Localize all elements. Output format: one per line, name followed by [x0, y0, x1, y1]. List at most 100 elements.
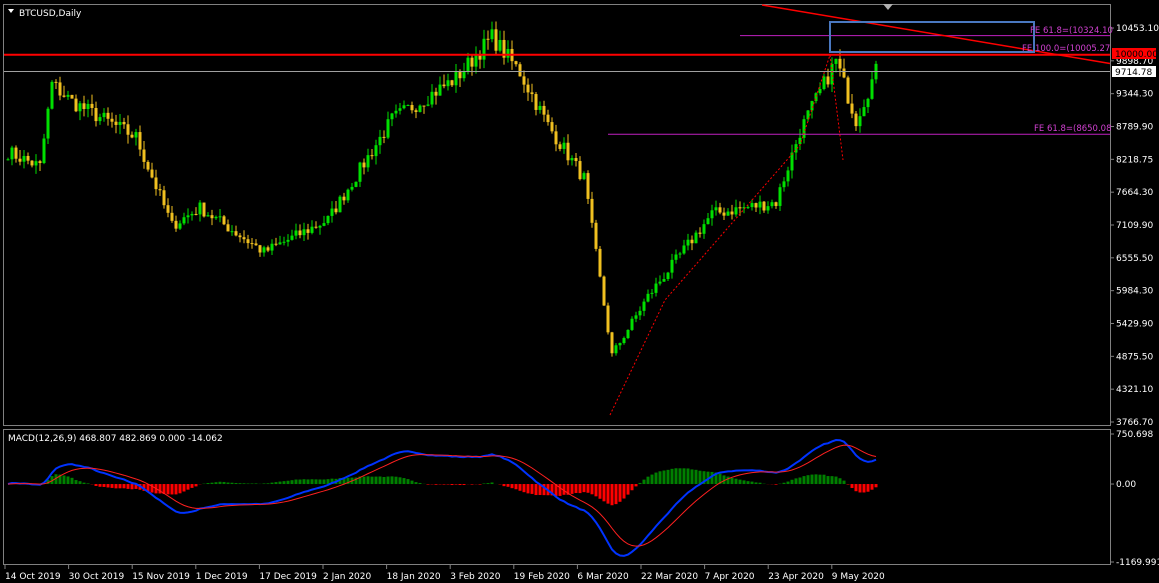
target-zone-box[interactable]	[829, 21, 1035, 53]
candle-body	[118, 121, 122, 125]
macd-histogram-bar	[82, 482, 86, 485]
candle-body	[606, 305, 610, 333]
candle-body	[410, 105, 414, 111]
candle-body	[422, 105, 426, 107]
candle-body	[214, 216, 218, 219]
macd-histogram-bar	[682, 468, 686, 485]
macd-histogram-bar	[442, 484, 446, 485]
macd-histogram-bar	[514, 484, 518, 490]
macd-histogram-bar	[470, 484, 474, 485]
macd-histogram-bar	[810, 474, 814, 485]
candle-body	[702, 224, 706, 234]
macd-histogram-bar	[742, 480, 746, 485]
scroll-marker-icon[interactable]	[883, 4, 893, 10]
chart-canvas[interactable]: 10453.109898.709344.308789.908218.757664…	[0, 0, 1159, 583]
date-tick-label: 23 Apr 2020	[768, 572, 824, 582]
macd-histogram-bar	[598, 484, 602, 499]
candle-body	[758, 201, 762, 208]
candle-body	[442, 84, 446, 87]
macd-histogram-bar	[866, 484, 870, 492]
candle-body	[86, 103, 90, 109]
macd-histogram-bar	[614, 484, 618, 505]
macd-histogram-bar	[630, 484, 634, 491]
price-panel-frame	[3, 4, 1111, 426]
fibo-expansion-path[interactable]	[609, 54, 844, 416]
candle-body	[698, 232, 702, 234]
macd-histogram-bar	[802, 476, 806, 485]
macd-histogram-bar	[750, 481, 754, 485]
candle-body	[666, 272, 670, 279]
macd-histogram-bar	[622, 484, 626, 499]
macd-histogram-bar	[654, 472, 658, 485]
candle-body	[354, 181, 358, 187]
candle-body	[546, 114, 550, 123]
candle-body	[722, 212, 726, 216]
candle-body	[726, 211, 730, 216]
candle-body	[114, 121, 118, 125]
candle-body	[186, 215, 190, 218]
candle-body	[478, 55, 482, 60]
date-tick-label: 9 May 2020	[832, 572, 885, 582]
candle-body	[830, 63, 834, 85]
price-tick-label: 8789.90	[1116, 123, 1153, 133]
candle-body	[582, 173, 586, 180]
macd-histogram-bar	[530, 484, 534, 494]
macd-histogram-bar	[754, 482, 758, 485]
candle-body	[682, 245, 686, 254]
macd-histogram-bar	[210, 482, 214, 485]
candle-body	[66, 94, 70, 97]
candle-body	[578, 161, 582, 180]
macd-histogram-bar	[266, 483, 270, 485]
macd-tick-label: 0.00	[1116, 480, 1136, 490]
macd-histogram-bar	[758, 482, 762, 485]
candle-body	[166, 205, 170, 213]
macd-histogram-bar	[870, 484, 874, 490]
candle-body	[450, 80, 454, 86]
price-tick-label: 5429.90	[1116, 320, 1153, 330]
chart-menu-triangle-icon[interactable]	[8, 9, 14, 13]
macd-histogram-bar	[234, 483, 238, 485]
candle-body	[406, 105, 410, 107]
macd-histogram-bar	[734, 478, 738, 485]
macd-histogram-bar	[502, 484, 506, 487]
price-tick-label: 4875.50	[1116, 352, 1153, 362]
macd-histogram-bar	[206, 483, 210, 485]
candle-body	[842, 68, 846, 78]
macd-histogram-bar	[830, 476, 834, 485]
candle-body	[870, 79, 874, 99]
candle-body	[250, 243, 254, 245]
candle-body	[658, 281, 662, 284]
candle-body	[638, 310, 642, 316]
candle-body	[310, 226, 314, 233]
macd-histogram-bar	[450, 484, 454, 486]
macd-histogram-bar	[238, 483, 242, 485]
candle-body	[746, 207, 750, 209]
macd-histogram-bar	[478, 484, 482, 485]
candle-body	[202, 202, 206, 217]
macd-histogram-bar	[698, 470, 702, 485]
macd-histogram-bar	[406, 479, 410, 485]
candle-body	[130, 134, 134, 138]
candle-body	[862, 107, 866, 117]
price-tick-label: 7109.90	[1116, 221, 1153, 231]
macd-histogram-bar	[106, 484, 110, 488]
candle-body	[574, 158, 578, 162]
macd-histogram-bar	[798, 477, 802, 485]
candle-body	[446, 80, 450, 87]
candle-body	[486, 38, 490, 40]
candle-body	[154, 177, 158, 190]
candle-body	[402, 105, 406, 109]
macd-histogram-bar	[102, 484, 106, 487]
candle-body	[382, 136, 386, 138]
macd-histogram-bar	[298, 479, 302, 485]
macd-histogram-bar	[454, 484, 458, 485]
candle-body	[22, 155, 26, 162]
candle-body	[706, 218, 710, 225]
candle-body	[302, 229, 306, 236]
macd-histogram-bar	[278, 481, 282, 485]
macd-histogram-bar	[850, 484, 854, 488]
chart-window[interactable]: 10453.10 9898.70 9344.30 8789.90 8218.75 7664…	[0, 0, 1159, 583]
macd-histogram-bar	[510, 484, 514, 489]
macd-histogram-bar	[110, 484, 114, 488]
macd-histogram-bar	[574, 484, 578, 493]
